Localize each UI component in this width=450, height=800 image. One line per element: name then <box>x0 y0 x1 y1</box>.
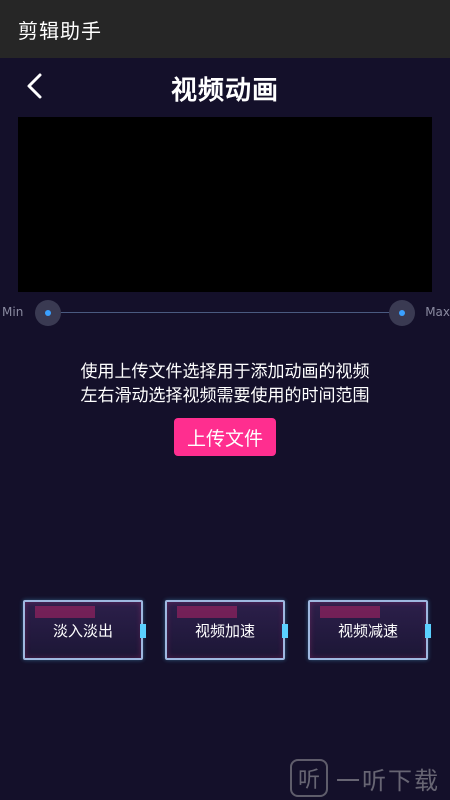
instruction-line-1: 使用上传文件选择用于添加动画的视频 <box>80 362 370 382</box>
fade-in-out-button[interactable]: 淡入淡出 <box>23 600 146 660</box>
watermark-text: 一听下载 <box>336 766 440 795</box>
video-speed-up-button[interactable]: 视频加速 <box>165 600 288 660</box>
page-title: 视频动画 <box>170 76 279 106</box>
slider-end-handle[interactable] <box>389 300 415 326</box>
upload-file-button[interactable]: 上传文件 <box>174 418 276 456</box>
app-title: 剪辑助手 <box>18 18 102 43</box>
instructions: 使用上传文件选择用于添加动画的视频 左右滑动选择视频需要使用的时间范围 <box>0 360 450 408</box>
slider-track[interactable] <box>47 312 402 313</box>
video-slow-down-button[interactable]: 视频减速 <box>308 600 431 660</box>
slider-start-handle[interactable] <box>35 300 61 326</box>
watermark-logo-icon: 听 <box>290 759 328 797</box>
instruction-line-2: 左右滑动选择视频需要使用的时间范围 <box>80 386 370 406</box>
video-speed-up-label: 视频加速 <box>194 621 255 640</box>
video-slow-down-label: 视频减速 <box>337 621 398 640</box>
slider-max-label: Max <box>425 305 450 319</box>
video-preview <box>18 117 432 292</box>
page-header: 视频动画 <box>0 58 450 116</box>
watermark: 听 一听下载 <box>290 756 450 800</box>
slider-min-label: Min <box>2 305 24 319</box>
time-range-slider[interactable]: Min Max <box>0 296 450 330</box>
fade-in-out-label: 淡入淡出 <box>52 621 113 640</box>
app-bar: 剪辑助手 <box>0 0 450 58</box>
